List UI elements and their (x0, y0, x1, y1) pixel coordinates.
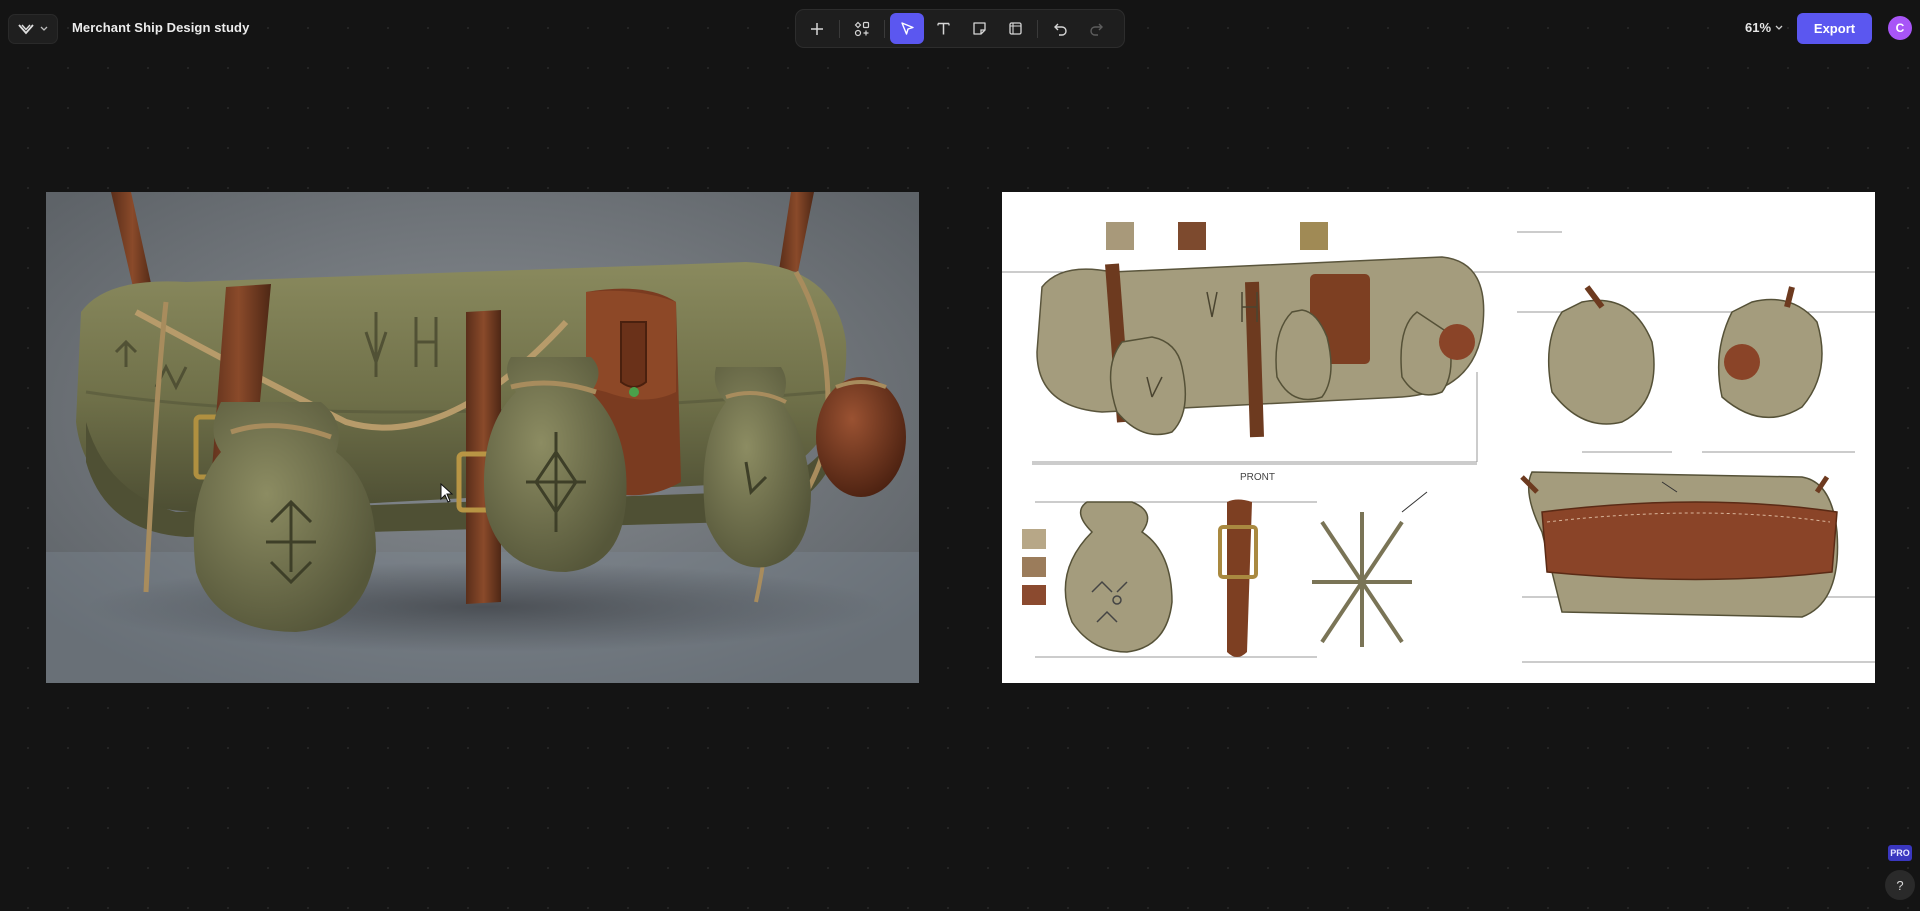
sheet-caption: PRONT (1240, 472, 1275, 483)
note-icon (972, 22, 986, 35)
toolbar-divider (839, 19, 840, 38)
select-tool-button[interactable] (890, 13, 924, 44)
toolbar-divider (1037, 19, 1038, 38)
add-tool-button[interactable] (800, 13, 834, 44)
sticky-note-tool-button[interactable] (962, 13, 996, 44)
pro-badge: PRO (1888, 845, 1912, 861)
text-icon (936, 22, 950, 35)
components-icon (854, 21, 870, 36)
components-tool-button[interactable] (845, 13, 879, 44)
text-tool-button[interactable] (926, 13, 960, 44)
help-button[interactable]: ? (1885, 870, 1915, 900)
cursor-icon (900, 22, 914, 35)
zoom-control[interactable]: 61% (1745, 20, 1783, 35)
undo-icon (1053, 23, 1067, 36)
export-button[interactable]: Export (1797, 13, 1872, 44)
chevron-down-icon (40, 26, 48, 31)
redo-icon (1089, 23, 1103, 36)
redo-button[interactable] (1079, 13, 1113, 44)
chevron-down-icon (1775, 25, 1783, 30)
concept-sheet-image: PRONT (1002, 192, 1875, 683)
render-image-frame[interactable] (46, 192, 919, 683)
toolbar-divider (884, 19, 885, 38)
chevron-logo-icon (18, 24, 34, 35)
bedroll-render-image (46, 192, 919, 683)
app-menu-button[interactable] (8, 14, 58, 44)
mouse-cursor-icon (440, 483, 454, 503)
frame-icon (1008, 22, 1022, 35)
document-title[interactable]: Merchant Ship Design study (72, 20, 249, 35)
main-toolbar (795, 9, 1125, 48)
undo-button[interactable] (1043, 13, 1077, 44)
user-avatar[interactable]: C (1888, 16, 1912, 40)
concept-sheet-frame[interactable]: PRONT (1002, 192, 1875, 683)
plus-icon (811, 22, 823, 35)
frame-tool-button[interactable] (998, 13, 1032, 44)
zoom-level: 61% (1745, 20, 1772, 35)
